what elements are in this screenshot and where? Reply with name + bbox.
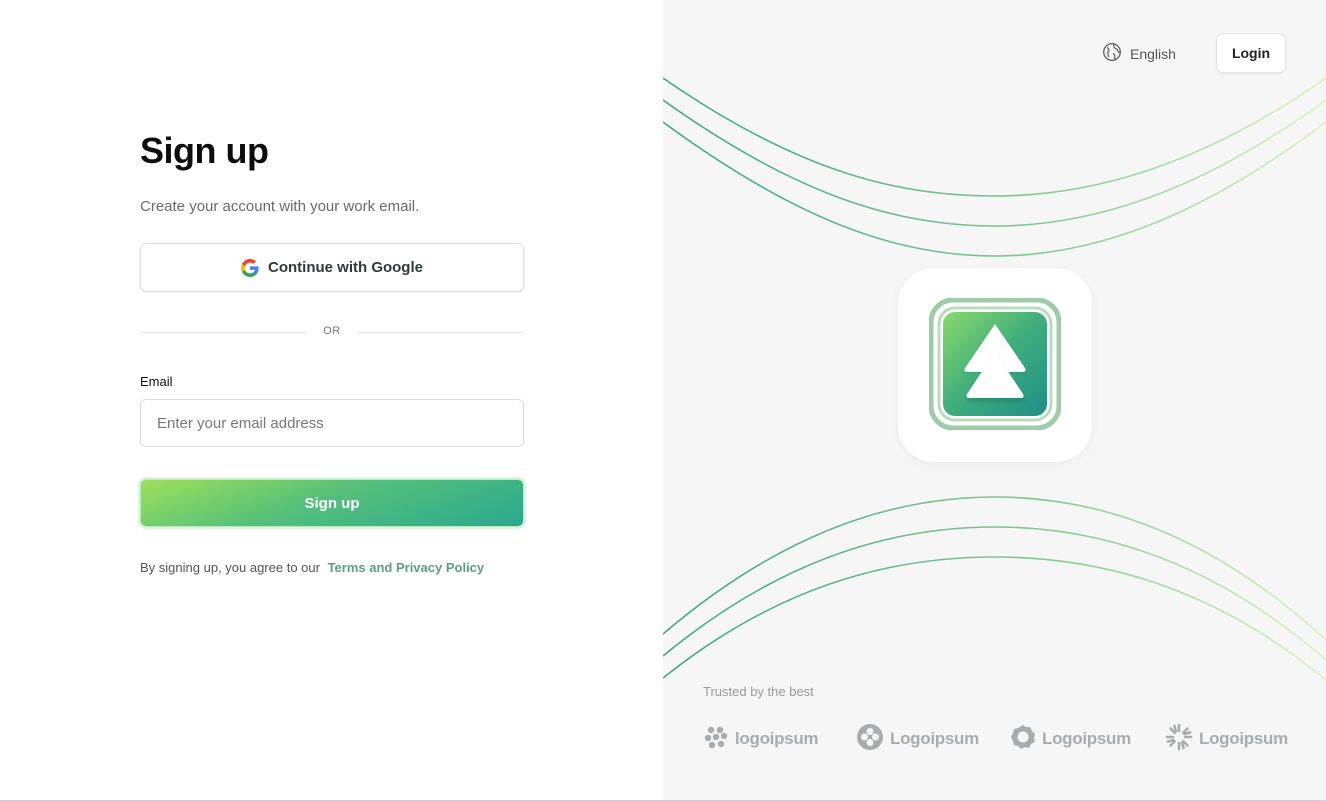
dots-logo-icon [703,724,729,755]
app-logo-icon [929,298,1061,430]
trusted-caption: Trusted by the best [703,684,814,699]
sign-up-button[interactable]: Sign up [140,479,524,527]
divider-line [140,332,307,333]
google-button-label: Continue with Google [268,259,423,276]
language-label: English [1130,45,1176,62]
brand-name: Logoipsum [1199,729,1288,748]
brand-logo: Logoipsum [1165,722,1288,756]
circle-clover-logo-icon [856,723,884,756]
google-icon [241,258,259,277]
brand-name: logoipsum [735,729,819,748]
login-button[interactable]: Login [1216,33,1286,73]
brand-name: Logoipsum [890,729,979,748]
sunburst-logo-icon [1165,723,1193,756]
terms-notice: By signing up, you agree to our Terms an… [140,560,484,575]
brand-logo: logoipsum [703,722,819,756]
brand-panel: English Login Trusted by the best logoip… [663,0,1326,801]
brand-logos: logoipsum Logoipsum Logoipsum Logoipsum [703,722,1293,756]
signup-panel: Sign up Create your account with your wo… [0,0,663,801]
signup-form: Sign up Create your account with your wo… [140,130,524,575]
brand-logo: Logoipsum [856,722,979,756]
or-divider: OR [140,325,524,339]
page-title: Sign up [140,130,269,171]
continue-with-google-button[interactable]: Continue with Google [140,243,524,292]
brand-logo: Logoipsum [1010,722,1131,756]
ring-logo-icon [1010,724,1036,755]
page-subtitle: Create your account with your work email… [140,198,420,215]
email-label: Email [140,374,173,389]
app-logo-card [898,268,1092,462]
terms-privacy-link[interactable]: Terms and Privacy Policy [328,560,485,575]
email-field[interactable] [140,399,524,447]
terms-prefix: By signing up, you agree to our [140,560,320,575]
divider-line [357,332,524,333]
brand-name: Logoipsum [1042,729,1131,748]
globe-icon [1102,42,1122,65]
language-selector[interactable]: English [1102,42,1176,65]
divider-text: OR [323,325,341,337]
